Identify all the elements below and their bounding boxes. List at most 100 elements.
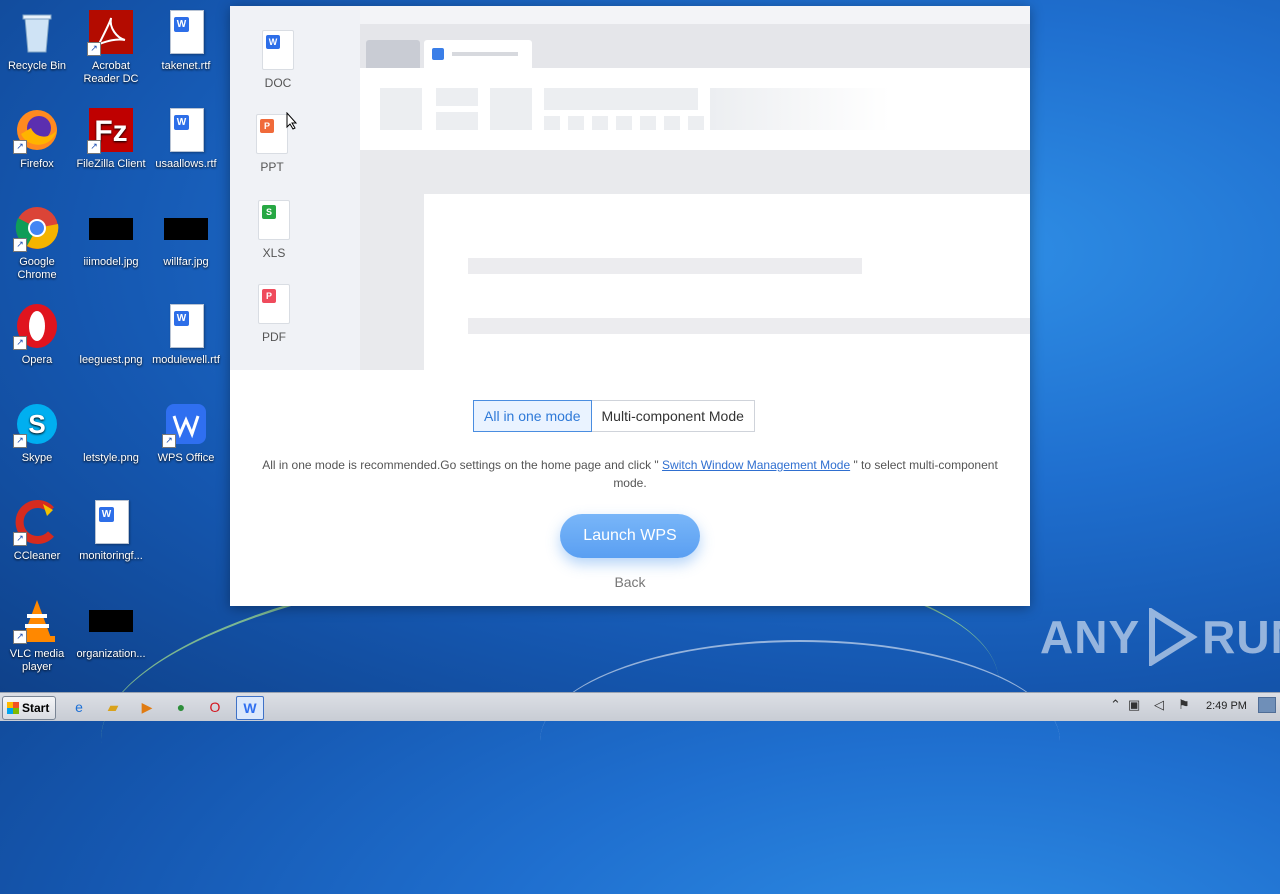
mock-tab-bar	[360, 24, 1030, 68]
watermark-right: RUN	[1202, 611, 1280, 663]
switch-window-mode-link[interactable]: Switch Window Management Mode	[662, 458, 850, 472]
file-type-label: XLS	[262, 246, 286, 260]
vlc-cone-icon: ↗	[13, 596, 61, 644]
desktop-icon-firefox[interactable]: ↗ Firefox	[0, 106, 74, 171]
desktop-icon-label: Google Chrome	[17, 256, 57, 281]
desktop-icon-label: WPS Office	[157, 452, 215, 464]
multi-component-mode-button[interactable]: Multi-component Mode	[591, 400, 755, 432]
image-thumbnail-icon	[87, 596, 135, 644]
internet-explorer-icon[interactable]: e	[68, 696, 90, 718]
start-button[interactable]: Start	[2, 696, 56, 720]
opera-icon: ↗	[13, 302, 61, 350]
desktop-icon-label: FileZilla Client	[76, 158, 146, 170]
shortcut-arrow-icon: ↗	[87, 42, 101, 56]
volume-icon[interactable]: ◁	[1154, 697, 1164, 713]
desktop-icon-label: usaallows.rtf	[155, 158, 217, 170]
back-link[interactable]: Back	[600, 574, 660, 590]
start-label: Start	[22, 701, 50, 715]
chrome-icon[interactable]: ●	[170, 696, 192, 718]
opera-icon[interactable]: O	[204, 696, 226, 718]
ccleaner-icon: ↗	[13, 498, 61, 546]
desktop-icon-willfar[interactable]: willfar.jpg	[149, 204, 223, 269]
ppt-file-icon: P	[256, 114, 288, 154]
desktop-icon-label: Firefox	[20, 158, 54, 170]
file-type-list: W DOC P PPT S XLS P PDF	[230, 6, 360, 370]
desktop-icon-organization[interactable]: organization...	[74, 596, 148, 661]
desktop-icon-opera[interactable]: ↗ Opera	[0, 302, 74, 367]
xls-file-icon: S	[258, 200, 290, 240]
action-center-flag-icon[interactable]: ⚑	[1178, 697, 1190, 713]
acrobat-reader-icon: ↗	[87, 8, 135, 56]
anyrun-watermark: ANY RUN	[1040, 608, 1280, 666]
desktop-icon-label: organization...	[76, 648, 146, 660]
watermark-left: ANY	[1040, 611, 1141, 663]
shortcut-arrow-icon: ↗	[162, 434, 176, 448]
wallpaper-swoosh-light	[540, 640, 1060, 842]
network-icon[interactable]: ▣	[1128, 697, 1140, 713]
explorer-folder-icon[interactable]: ▰	[102, 696, 124, 718]
word-document-icon: W	[162, 8, 210, 56]
file-type-label: PDF	[262, 330, 286, 344]
desktop-icon-usaallows[interactable]: W usaallows.rtf	[149, 106, 223, 171]
desktop-icon-label: Recycle Bin	[7, 60, 67, 72]
desktop-icon-leeguest[interactable]: leeguest.png	[74, 302, 148, 367]
desktop-icon-skype[interactable]: S ↗ Skype	[0, 400, 74, 465]
desktop-icon-vlc[interactable]: ↗ VLC media player	[0, 596, 74, 674]
doc-file-icon: W	[262, 30, 294, 70]
file-type-pdf: P PDF	[244, 284, 304, 344]
tray-expand-icon[interactable]: ⌃	[1110, 697, 1121, 713]
mock-app-window	[360, 24, 1030, 370]
shortcut-arrow-icon: ↗	[13, 532, 27, 546]
svg-text:S: S	[28, 409, 45, 439]
wps-office-icon: ↗	[162, 400, 210, 448]
mode-preview: W DOC P PPT S XLS P PDF	[230, 6, 1030, 370]
desktop-icon-iiimodel[interactable]: iiimodel.jpg	[74, 204, 148, 269]
image-thumbnail-icon	[87, 400, 135, 448]
file-type-doc: W DOC	[248, 30, 308, 90]
word-document-icon: W	[162, 302, 210, 350]
desktop-icon-recycle-bin[interactable]: Recycle Bin	[0, 8, 74, 73]
desktop-icon-filezilla[interactable]: Fz ↗ FileZilla Client	[74, 106, 148, 171]
desktop-icon-label: modulewell.rtf	[152, 354, 220, 366]
file-type-label: PPT	[260, 160, 284, 174]
file-type-label: DOC	[264, 76, 292, 90]
media-player-icon[interactable]: ▶	[136, 696, 158, 718]
desktop-icon-monitoringf[interactable]: W monitoringf...	[74, 498, 148, 563]
desktop-icon-label: VLC media player	[9, 648, 65, 673]
hint-text-start: All in one mode is recommended.Go settin…	[262, 458, 663, 472]
desktop-icon-letstyle[interactable]: letstyle.png	[74, 400, 148, 465]
desktop-icon-label: willfar.jpg	[163, 256, 209, 268]
desktop-icon-modulewell[interactable]: W modulewell.rtf	[149, 302, 223, 367]
desktop-icon-label: monitoringf...	[79, 550, 143, 562]
desktop-icon-acrobat[interactable]: ↗ Acrobat Reader DC	[74, 8, 148, 86]
system-tray: ⌃ ▣ ◁ ⚑	[1106, 697, 1196, 717]
desktop-icon-label: leeguest.png	[79, 354, 143, 366]
filezilla-icon: Fz ↗	[87, 106, 135, 154]
image-thumbnail-icon	[87, 204, 135, 252]
desktop-icon-takenet[interactable]: W takenet.rtf	[149, 8, 223, 73]
windows-logo-icon	[7, 702, 19, 714]
image-thumbnail-icon	[87, 302, 135, 350]
desktop-icon-ccleaner[interactable]: ↗ CCleaner	[0, 498, 74, 563]
taskbar-clock[interactable]: 2:49 PM	[1206, 700, 1247, 712]
mock-tab-active	[424, 40, 532, 68]
play-triangle-icon	[1149, 608, 1198, 666]
desktop-icon-label: letstyle.png	[83, 452, 139, 464]
word-document-icon: W	[87, 498, 135, 546]
chrome-icon: ↗	[13, 204, 61, 252]
file-type-xls: S XLS	[244, 200, 304, 260]
mode-hint-text: All in one mode is recommended.Go settin…	[250, 456, 1010, 492]
desktop-icon-google-chrome[interactable]: ↗ Google Chrome	[0, 204, 74, 282]
wps-taskbar-button[interactable]: W	[236, 696, 264, 720]
desktop-icon-wps-office[interactable]: ↗ WPS Office	[149, 400, 223, 465]
show-desktop-button[interactable]	[1258, 697, 1276, 713]
shortcut-arrow-icon: ↗	[13, 434, 27, 448]
all-in-one-mode-button[interactable]: All in one mode	[473, 400, 592, 432]
desktop-icon-label: CCleaner	[13, 550, 61, 562]
desktop-icon-label: takenet.rtf	[161, 60, 211, 72]
image-thumbnail-icon	[162, 204, 210, 252]
recycle-bin-icon	[13, 8, 61, 56]
desktop-icon-label: Opera	[21, 354, 53, 366]
launch-wps-button[interactable]: Launch WPS	[560, 514, 700, 558]
mouse-cursor-icon	[286, 112, 298, 130]
